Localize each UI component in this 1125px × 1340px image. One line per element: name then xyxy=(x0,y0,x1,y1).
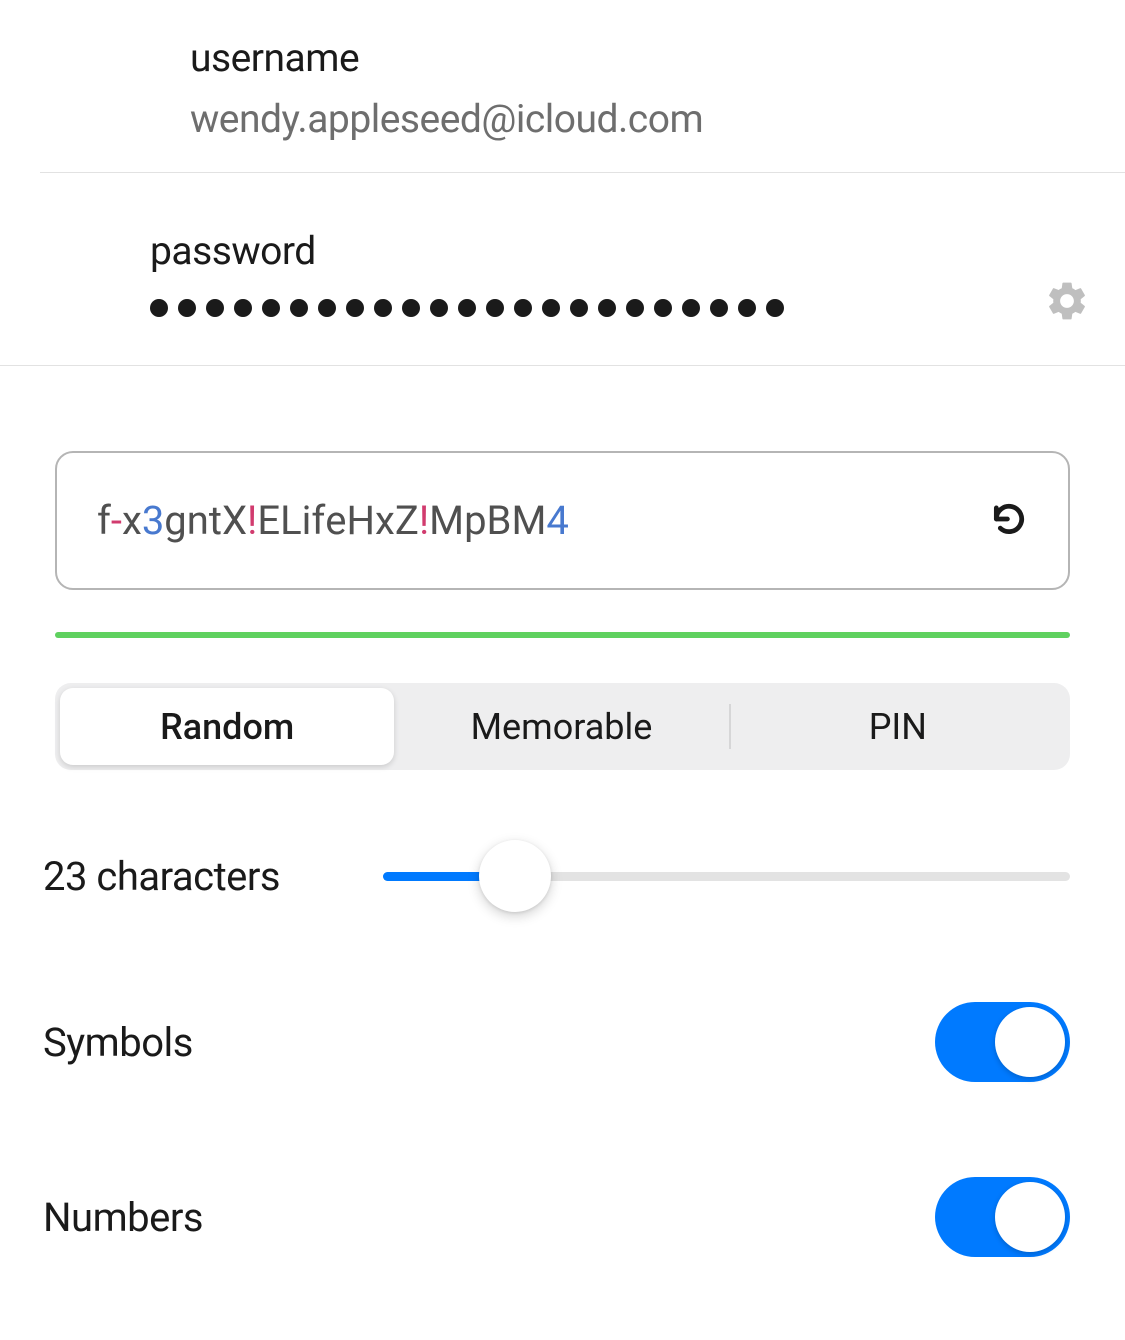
length-row: 23 characters xyxy=(55,840,1070,912)
password-masked-value xyxy=(150,299,1125,317)
segment-memorable-label: Memorable xyxy=(471,706,653,748)
numbers-label: Numbers xyxy=(43,1194,203,1241)
numbers-row: Numbers xyxy=(55,1177,1070,1257)
generated-password-box[interactable]: f-x3gntX!ELifeHxZ!MpBM4 xyxy=(55,451,1070,590)
password-label: password xyxy=(150,228,1125,274)
toggle-thumb xyxy=(995,1182,1065,1252)
symbols-toggle[interactable] xyxy=(935,1002,1070,1082)
symbols-label: Symbols xyxy=(43,1019,193,1066)
symbols-row: Symbols xyxy=(55,1002,1070,1082)
password-row[interactable]: password xyxy=(0,173,1125,366)
segment-pin-label: PIN xyxy=(869,706,927,748)
length-label: 23 characters xyxy=(43,853,343,900)
length-slider[interactable] xyxy=(383,840,1070,912)
segment-memorable[interactable]: Memorable xyxy=(394,688,728,765)
password-settings-button[interactable] xyxy=(1044,278,1090,328)
slider-thumb[interactable] xyxy=(479,840,551,912)
gear-icon xyxy=(1044,309,1090,328)
segment-random-label: Random xyxy=(160,706,294,748)
generated-password-value: f-x3gntX!ELifeHxZ!MpBM4 xyxy=(97,497,569,544)
segment-pin[interactable]: PIN xyxy=(731,688,1065,765)
password-type-segmented-control[interactable]: Random Memorable PIN xyxy=(55,683,1070,770)
password-strength-bar xyxy=(55,632,1070,638)
toggle-thumb xyxy=(995,1007,1065,1077)
username-label: username xyxy=(190,35,1125,81)
numbers-toggle[interactable] xyxy=(935,1177,1070,1257)
refresh-button[interactable] xyxy=(990,500,1028,542)
segment-random[interactable]: Random xyxy=(60,688,394,765)
username-value: wendy.appleseed@icloud.com xyxy=(190,96,1125,142)
username-row[interactable]: username wendy.appleseed@icloud.com xyxy=(40,0,1125,173)
